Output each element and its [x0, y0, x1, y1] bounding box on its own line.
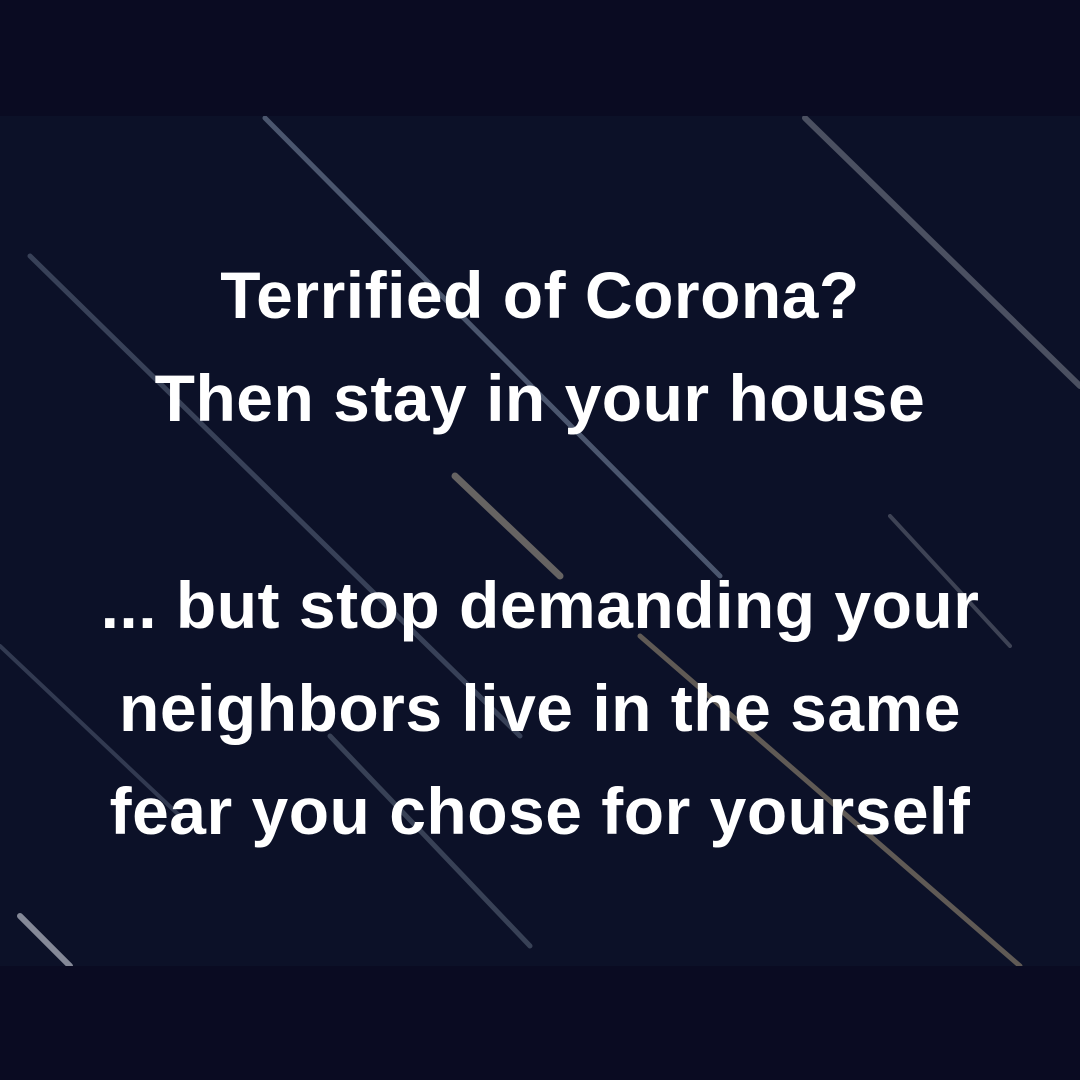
meme-line-4: neighbors live in the same [119, 671, 961, 745]
streak [451, 472, 564, 580]
meme-line-5: fear you chose for yourself [109, 774, 971, 848]
meme-line-1: Terrified of Corona? [220, 258, 860, 332]
streak [802, 116, 1080, 389]
meme-line-3: ... but stop demanding your [100, 568, 980, 642]
streak [17, 913, 73, 966]
meme-line-2: Then stay in your house [154, 361, 926, 435]
